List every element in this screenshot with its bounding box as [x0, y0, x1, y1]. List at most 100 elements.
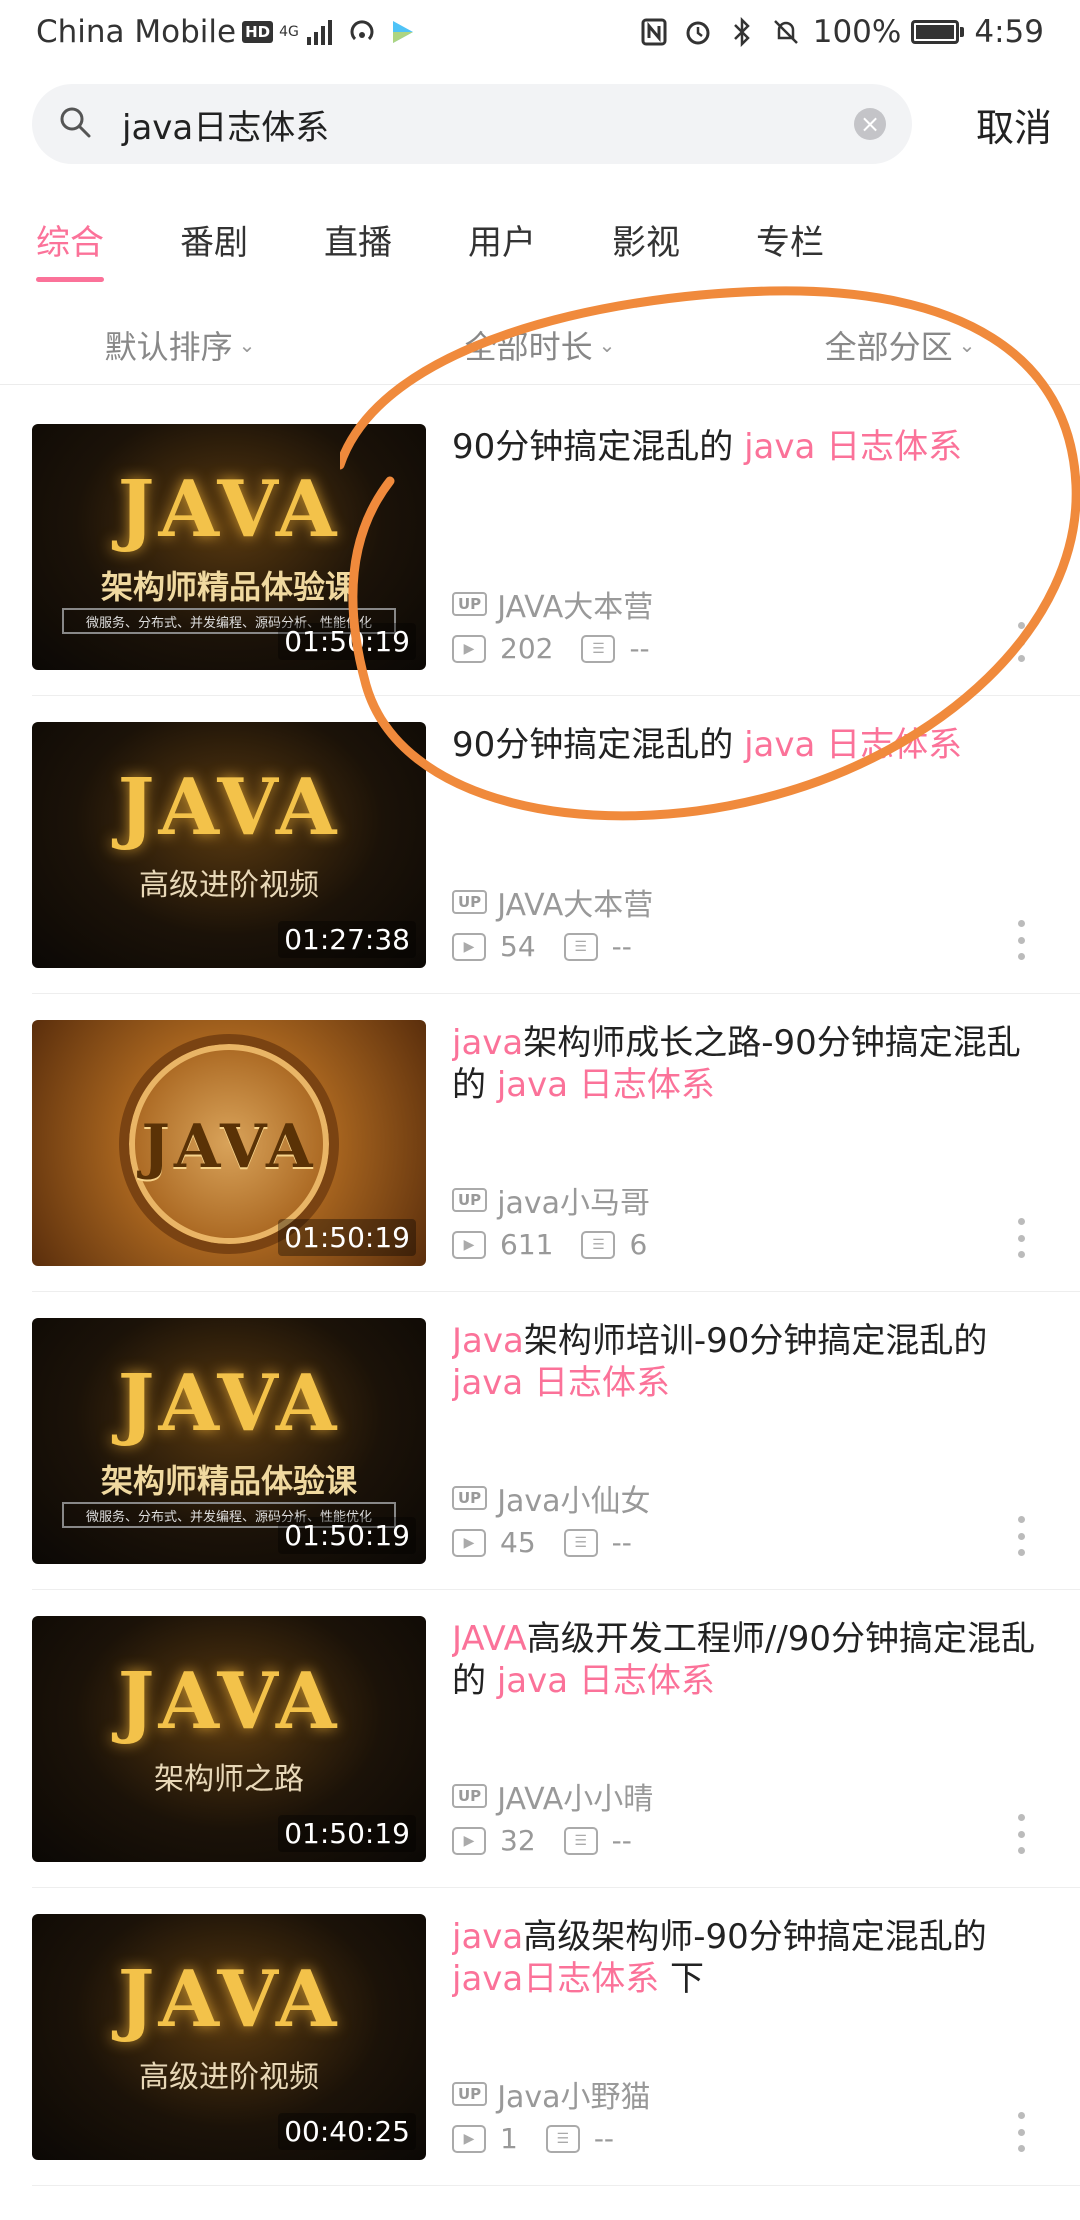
uploader-row[interactable]: UP java小马哥 [452, 1178, 650, 1222]
video-duration: 01:50:19 [278, 1517, 416, 1554]
title-highlight: JAVA [452, 1619, 527, 1659]
play-count-icon: ▶ [452, 1528, 486, 1557]
more-options-icon[interactable] [1018, 1516, 1026, 1556]
view-count: 45 [500, 1526, 536, 1559]
video-info: 90分钟搞定混乱的 java 日志体系 UP JAVA大本营 ▶ 202 ☰ -… [452, 426, 1052, 672]
video-stats: ▶ 202 ☰ -- [452, 632, 678, 665]
title-highlight: java 日志体系 [496, 1065, 715, 1105]
status-right: 100% 4:59 [637, 14, 1044, 50]
thumbnail-text: JAVA [117, 464, 341, 555]
search-query[interactable]: java日志体系 [122, 100, 854, 149]
video-duration: 01:27:38 [278, 921, 416, 958]
more-options-icon[interactable] [1018, 1218, 1026, 1258]
danmaku-count: 6 [629, 1228, 648, 1261]
danmaku-count: -- [611, 1824, 632, 1857]
video-thumbnail[interactable]: JAVA 架构师精品体验课 微服务、分布式、并发编程、源码分析、性能优化 01:50:… [32, 424, 426, 670]
video-duration: 01:50:19 [278, 1219, 416, 1256]
play-count-icon: ▶ [452, 634, 486, 663]
uploader-row[interactable]: UP JAVA大本营 [452, 582, 653, 626]
category-filter[interactable]: 全部分区 ⌄ [720, 322, 1080, 368]
video-thumbnail[interactable]: JAVA 01:50:19 [32, 1020, 426, 1266]
tab-movies[interactable]: 影视 [612, 195, 680, 290]
carrier-name: China Mobile [36, 14, 237, 50]
video-stats: ▶ 45 ☰ -- [452, 1526, 660, 1559]
video-title[interactable]: java高级架构师-90分钟搞定混乱的 java日志体系 下 [452, 1916, 1052, 2000]
category-filter-label: 全部分区 [824, 327, 953, 366]
title-text: 90分钟搞定混乱的 [452, 427, 745, 467]
danmaku-icon: ☰ [563, 1528, 598, 1557]
uploader-row[interactable]: UP Java小野猫 [452, 2072, 651, 2116]
tab-bangumi[interactable]: 番剧 [180, 195, 248, 290]
video-title[interactable]: 90分钟搞定混乱的 java 日志体系 [452, 724, 1052, 766]
sort-filter[interactable]: 默认排序 ⌄ [0, 322, 360, 368]
thumbnail-subtitle: 高级进阶视频 [139, 868, 319, 903]
duration-filter[interactable]: 全部时长 ⌄ [360, 322, 720, 368]
title-highlight: java日志体系 [452, 1959, 660, 1999]
video-title[interactable]: Java架构师培训-90分钟搞定混乱的 java 日志体系 [452, 1320, 1052, 1404]
video-result-item[interactable]: JAVA 高级进阶视频 00:40:25 java高级架构师-90分钟搞定混乱的 j… [32, 1888, 1080, 2186]
video-thumbnail[interactable]: JAVA 架构师精品体验课 微服务、分布式、并发编程、源码分析、性能优化 01:50:… [32, 1318, 426, 1564]
title-text: 90分钟搞定混乱的 [452, 725, 745, 765]
clear-icon[interactable]: × [854, 108, 886, 140]
duration-filter-label: 全部时长 [464, 327, 593, 366]
play-count-icon: ▶ [452, 1230, 486, 1259]
video-stats: ▶ 1 ☰ -- [452, 2122, 642, 2155]
more-options-icon[interactable] [1018, 2112, 1026, 2152]
view-count: 54 [500, 930, 536, 963]
uploader-row[interactable]: UP JAVA小小晴 [452, 1774, 653, 1818]
video-info: JAVA高级开发工程师//90分钟搞定混乱的 java 日志体系 UP JAVA… [452, 1618, 1052, 1864]
uploader-name: Java小仙女 [497, 1484, 651, 1519]
uploader-row[interactable]: UP Java小仙女 [452, 1476, 651, 1520]
video-result-item[interactable]: JAVA 架构师精品体验课 微服务、分布式、并发编程、源码分析、性能优化 01:50:… [32, 1292, 1080, 1590]
tab-bar: 综合 番剧 直播 用户 影视 专栏 [0, 195, 1080, 290]
video-result-item[interactable]: JAVA 01:50:19 java架构师成长之路-90分钟搞定混乱的 java … [32, 994, 1080, 1292]
status-bar: China Mobile HD 4G 100% 4:59 [0, 0, 1080, 64]
app-notification-icon [385, 15, 419, 49]
uploader-name: java小马哥 [497, 1186, 651, 1221]
filter-bar: 默认排序 ⌄ 全部时长 ⌄ 全部分区 ⌄ [0, 305, 1080, 385]
search-icon [58, 105, 92, 143]
up-badge-icon: UP [452, 1784, 488, 1808]
danmaku-count: -- [611, 930, 632, 963]
search-input[interactable]: java日志体系 × [32, 84, 912, 164]
hd-badge: HD [242, 21, 274, 43]
uploader-name: JAVA小小晴 [497, 1782, 654, 1817]
more-options-icon[interactable] [1018, 622, 1026, 662]
tab-live[interactable]: 直播 [324, 195, 392, 290]
title-text: 下 [659, 1959, 705, 1999]
cancel-button[interactable]: 取消 [976, 97, 1052, 152]
tab-all[interactable]: 综合 [36, 195, 104, 290]
more-options-icon[interactable] [1018, 1814, 1026, 1854]
video-thumbnail[interactable]: JAVA 高级进阶视频 00:40:25 [32, 1914, 426, 2160]
up-badge-icon: UP [452, 592, 488, 616]
video-result-item[interactable]: JAVA 高级进阶视频 01:27:38 90分钟搞定混乱的 java 日志体系 U… [32, 696, 1080, 994]
video-result-item[interactable]: JAVA 架构师精品体验课 微服务、分布式、并发编程、源码分析、性能优化 01:50:… [32, 398, 1080, 696]
network-type: 4G [279, 24, 299, 40]
danmaku-icon: ☰ [581, 1230, 616, 1259]
tab-articles[interactable]: 专栏 [756, 195, 824, 290]
thumbnail-subtitle: 架构师精品体验课 [100, 568, 357, 606]
title-highlight: java 日志体系 [452, 1363, 671, 1403]
video-result-item[interactable]: JAVA 架构师之路 01:50:19 JAVA高级开发工程师//90分钟搞定混乱的… [32, 1590, 1080, 1888]
video-title[interactable]: JAVA高级开发工程师//90分钟搞定混乱的 java 日志体系 [452, 1618, 1052, 1702]
video-info: java架构师成长之路-90分钟搞定混乱的 java 日志体系 UP java小… [452, 1022, 1052, 1268]
video-duration: 01:50:19 [278, 623, 416, 660]
video-title[interactable]: 90分钟搞定混乱的 java 日志体系 [452, 426, 1052, 468]
video-thumbnail[interactable]: JAVA 高级进阶视频 01:27:38 [32, 722, 426, 968]
danmaku-icon: ☰ [563, 1826, 598, 1855]
alarm-icon [681, 15, 715, 49]
danmaku-icon: ☰ [545, 2124, 580, 2153]
title-highlight: java 日志体系 [744, 725, 963, 765]
tab-users[interactable]: 用户 [468, 195, 536, 290]
thumbnail-text: JAVA [117, 1954, 341, 2045]
thumbnail-subtitle: 高级进阶视频 [139, 2060, 319, 2095]
uploader-name: JAVA大本营 [497, 888, 654, 923]
title-highlight: java [452, 1023, 524, 1063]
danmaku-icon: ☰ [563, 932, 598, 961]
uploader-row[interactable]: UP JAVA大本营 [452, 880, 653, 924]
video-thumbnail[interactable]: JAVA 架构师之路 01:50:19 [32, 1616, 426, 1862]
video-title[interactable]: java架构师成长之路-90分钟搞定混乱的 java 日志体系 [452, 1022, 1052, 1106]
video-duration: 00:40:25 [278, 2113, 416, 2150]
more-options-icon[interactable] [1018, 920, 1026, 960]
chevron-down-icon: ⌄ [958, 332, 976, 357]
